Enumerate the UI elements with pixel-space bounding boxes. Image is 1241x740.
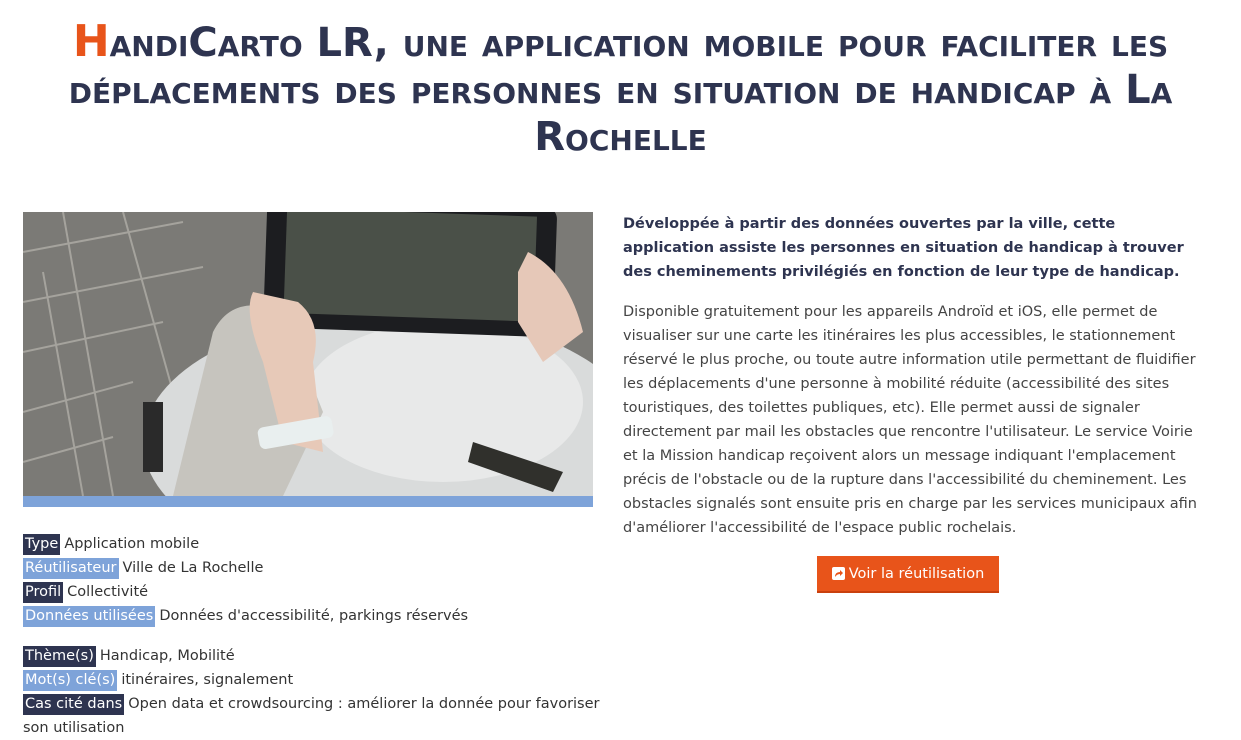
meta-row-profile: Profil Collectivité [23,580,603,604]
page-title-rest: andiCarto LR, une application mobile pou… [68,20,1173,160]
meta-value-reuser: Ville de La Rochelle [122,560,264,576]
meta-label-reuser: Réutilisateur [23,558,119,579]
meta-row-keywords: Mot(s) clé(s) itinéraires, signalement [23,668,603,692]
meta-row-cited: Cas cité dans Open data et crowdsourcing … [23,692,603,740]
tablet-photo [23,212,593,496]
share-icon [831,567,845,580]
description-lead: Développée à partir des données ouvertes… [623,216,1184,280]
metadata-primary: Type Application mobile Réutilisateur Vill… [23,532,603,628]
meta-value-keywords: itinéraires, signalement [121,672,294,688]
photo-accent-bar [23,496,593,507]
meta-label-keywords: Mot(s) clé(s) [23,670,118,691]
meta-value-type: Application mobile [64,536,200,552]
meta-row-reuser: Réutilisateur Ville de La Rochelle [23,556,603,580]
metadata-secondary: Thème(s) Handicap, Mobilité Mot(s) clé(s)… [23,644,603,740]
meta-label-cited: Cas cité dans [23,694,125,715]
tablet-photo-illustration [23,212,593,496]
meta-row-themes: Thème(s) Handicap, Mobilité [23,644,603,668]
meta-label-type: Type [23,534,61,555]
page-title: HandiCarto LR, une application mobile po… [0,18,1241,161]
meta-label-profile: Profil [23,582,64,603]
meta-value-data: Données d'accessibilité, parkings réserv… [159,608,469,624]
meta-row-data: Données utilisées Données d'accessibilité… [23,604,603,628]
meta-label-themes: Thème(s) [23,646,96,667]
meta-value-profile: Collectivité [67,584,149,600]
page-title-initial: H [72,16,110,67]
meta-value-themes: Handicap, Mobilité [99,648,235,664]
view-reuse-label: Voir la réutilisation [848,566,985,582]
view-reuse-button[interactable]: Voir la réutilisation [817,556,999,593]
meta-label-data: Données utilisées [23,606,156,627]
description-body: Disponible gratuitement pour les apparei… [623,304,1197,536]
meta-row-type: Type Application mobile [23,532,603,556]
